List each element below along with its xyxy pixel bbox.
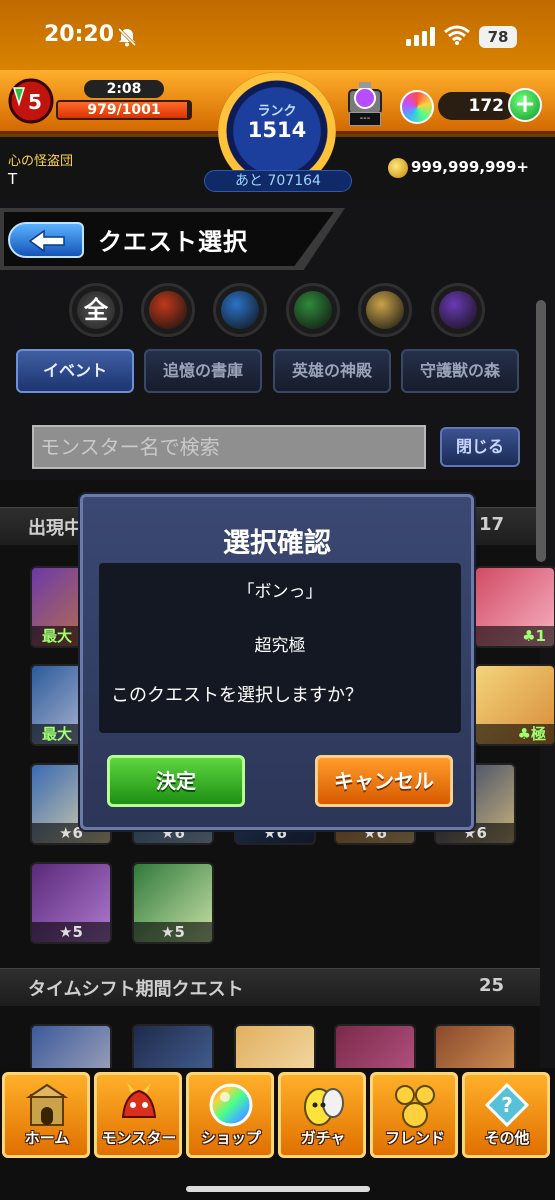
orb-count: 172: [438, 92, 516, 120]
back-button[interactable]: [8, 222, 84, 258]
player-name: T: [8, 170, 18, 188]
stamina-gauge[interactable]: 2:08 979/1001: [56, 80, 192, 122]
stamina-value: 979/1001: [87, 102, 161, 118]
quest-tile[interactable]: ★5: [30, 862, 112, 944]
nav-label: ホーム: [24, 1129, 70, 1147]
section-count: 17: [478, 514, 504, 535]
orb-machine-screen: ---: [349, 112, 381, 126]
nav-label: ガチャ: [300, 1129, 346, 1147]
tab-event[interactable]: イベント: [16, 349, 134, 393]
status-bar: 20:20 78: [0, 0, 555, 70]
home-indicator[interactable]: [186, 1186, 370, 1192]
dark-element-icon: [439, 291, 477, 329]
egg-icon: [304, 1088, 344, 1126]
section-title: 出現中: [28, 518, 82, 539]
gold-coin-icon: [388, 158, 408, 178]
section-title: タイムシフト期間クエスト: [28, 979, 244, 1000]
section-header-timeshift[interactable]: タイムシフト期間クエスト 25: [0, 968, 540, 1006]
nav-label: その他: [484, 1129, 530, 1147]
buy-orbs-button[interactable]: +: [508, 88, 542, 122]
rank-label: ランク: [257, 104, 297, 119]
tab-memory-library[interactable]: 追憶の書庫: [144, 349, 262, 393]
orb-machine-icon[interactable]: ---: [345, 82, 385, 128]
bell-muted-icon: [117, 27, 137, 47]
confirm-button[interactable]: 決定: [107, 755, 245, 807]
level-badge-icon[interactable]: 5: [8, 78, 54, 124]
rank-next-exp: あと 707164: [204, 170, 352, 192]
menu-icon: ?: [484, 1082, 530, 1128]
back-arrow-icon: [28, 229, 65, 253]
castle-icon: [25, 1083, 69, 1126]
filter-element-dark[interactable]: [431, 283, 485, 337]
quest-tile[interactable]: ♣1: [474, 566, 555, 648]
top-hud: 5 2:08 979/1001 ランク 1514 あと 707164 --- 1…: [0, 70, 555, 200]
orb-icon: [209, 1083, 253, 1127]
filter-element-all[interactable]: 全: [69, 283, 123, 337]
svg-text:5: 5: [28, 90, 42, 114]
filter-element-wood[interactable]: [286, 283, 340, 337]
svg-text:?: ?: [501, 1093, 513, 1117]
orb-machine-dome-icon: [348, 82, 382, 115]
tile-badge: ♣極: [476, 724, 554, 744]
water-element-icon: [221, 291, 259, 329]
wifi-icon: [444, 25, 470, 45]
nav-other[interactable]: ? その他: [462, 1072, 550, 1158]
filter-element-fire[interactable]: [141, 283, 195, 337]
tile-star-rating: ★5: [32, 922, 110, 942]
orb-currency-icon: [400, 90, 434, 124]
wood-element-icon: [294, 291, 332, 329]
light-element-icon: [366, 291, 404, 329]
confirm-question: このクエストを選択しますか？: [111, 685, 363, 706]
dialog-message-panel: 「ボンっ」 超究極 このクエストを選択しますか？: [99, 563, 461, 733]
tile-star-rating: ★5: [134, 922, 212, 942]
clock: 20:20: [44, 22, 115, 47]
all-element-label: 全: [77, 291, 115, 329]
nav-label: フレンド: [384, 1129, 445, 1147]
scrollbar[interactable]: [536, 300, 546, 562]
close-search-button[interactable]: 閉じる: [440, 427, 520, 467]
dragon-icon: [121, 1083, 157, 1118]
stamina-timer: 2:08: [84, 80, 164, 98]
stamina-bar: 979/1001: [56, 100, 192, 120]
rank-value: 1514: [247, 118, 307, 142]
gold-amount: 999,999,999+: [411, 158, 529, 176]
nav-gacha[interactable]: ガチャ: [278, 1072, 366, 1158]
friends-icon: [395, 1085, 435, 1128]
battery-indicator: 78: [479, 26, 517, 48]
dialog-title: 選択確認: [223, 528, 331, 559]
page-title: クエスト選択: [98, 228, 248, 256]
tab-hero-temple[interactable]: 英雄の神殿: [273, 349, 391, 393]
nav-label: ショップ: [200, 1129, 261, 1147]
signal-icon: [406, 27, 435, 46]
nav-friend[interactable]: フレンド: [370, 1072, 458, 1158]
section-count: 25: [478, 975, 504, 996]
filter-element-water[interactable]: [213, 283, 267, 337]
confirm-dialog: 選択確認 「ボンっ」 超究極 このクエストを選択しますか？ 決定 キャンセル: [80, 494, 474, 830]
search-input[interactable]: モンスター名で検索: [32, 425, 426, 469]
nav-monster[interactable]: モンスター: [94, 1072, 182, 1158]
filter-element-light[interactable]: [358, 283, 412, 337]
quest-difficulty: 超究極: [254, 636, 306, 656]
tab-guardian-forest[interactable]: 守護獣の森: [401, 349, 519, 393]
nav-shop[interactable]: ショップ: [186, 1072, 274, 1158]
quest-tile[interactable]: ★5: [132, 862, 214, 944]
guild-name: 心の怪盗団: [8, 154, 74, 169]
quest-tile[interactable]: ♣極: [474, 664, 555, 746]
quest-name: 「ボンっ」: [237, 582, 323, 602]
cancel-button[interactable]: キャンセル: [315, 755, 453, 807]
fire-element-icon: [149, 291, 187, 329]
tile-badge: ♣1: [476, 626, 554, 646]
nav-label: モンスター: [101, 1129, 177, 1147]
nav-home[interactable]: ホーム: [2, 1072, 90, 1158]
